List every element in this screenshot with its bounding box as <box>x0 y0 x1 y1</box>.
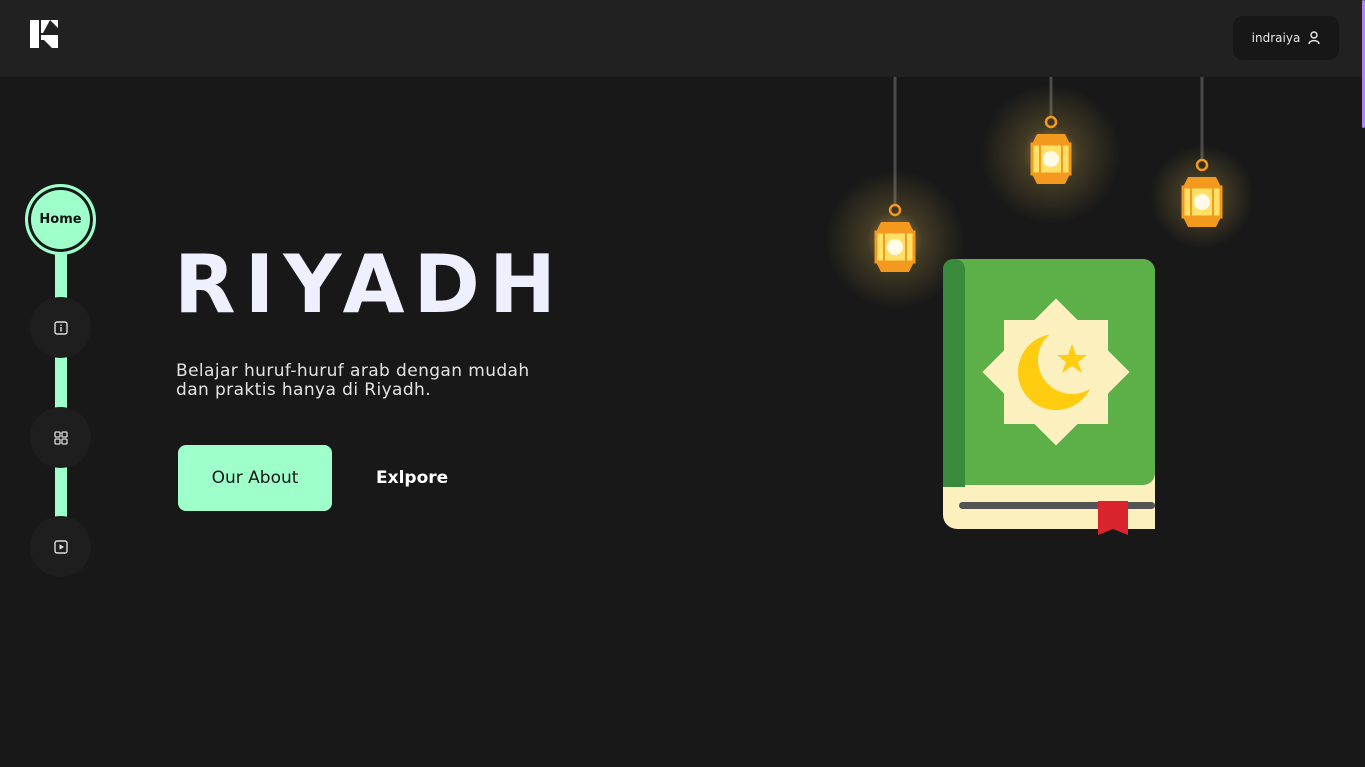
user-icon <box>1308 31 1321 45</box>
lantern-icon <box>1150 77 1254 247</box>
hero-subtitle: Belajar huruf-huruf arab dengan mudah da… <box>176 361 530 400</box>
quran-book-icon <box>943 259 1155 535</box>
play-icon <box>53 539 68 554</box>
top-navbar: indraiya <box>0 0 1365 77</box>
grid-icon <box>53 430 68 445</box>
username-label: indraiya <box>1251 31 1301 45</box>
sidebar-rail <box>55 240 67 530</box>
explore-button[interactable]: Exlpore <box>370 445 454 511</box>
lantern-icon <box>981 77 1121 224</box>
info-icon <box>53 320 68 335</box>
hero-title: RIYADH <box>174 238 565 331</box>
sidebar-item-grid[interactable] <box>30 407 91 468</box>
brand-logo-icon[interactable] <box>30 20 58 48</box>
sidebar-item-video[interactable] <box>30 516 91 577</box>
user-menu-button[interactable]: indraiya <box>1233 16 1339 60</box>
sidebar-item-label: Home <box>39 212 82 227</box>
sidebar-item-home[interactable]: Home <box>25 184 96 255</box>
our-about-button[interactable]: Our About <box>178 445 332 511</box>
sidebar-item-info[interactable] <box>30 297 91 358</box>
quran-lantern-illustration <box>825 77 1155 535</box>
